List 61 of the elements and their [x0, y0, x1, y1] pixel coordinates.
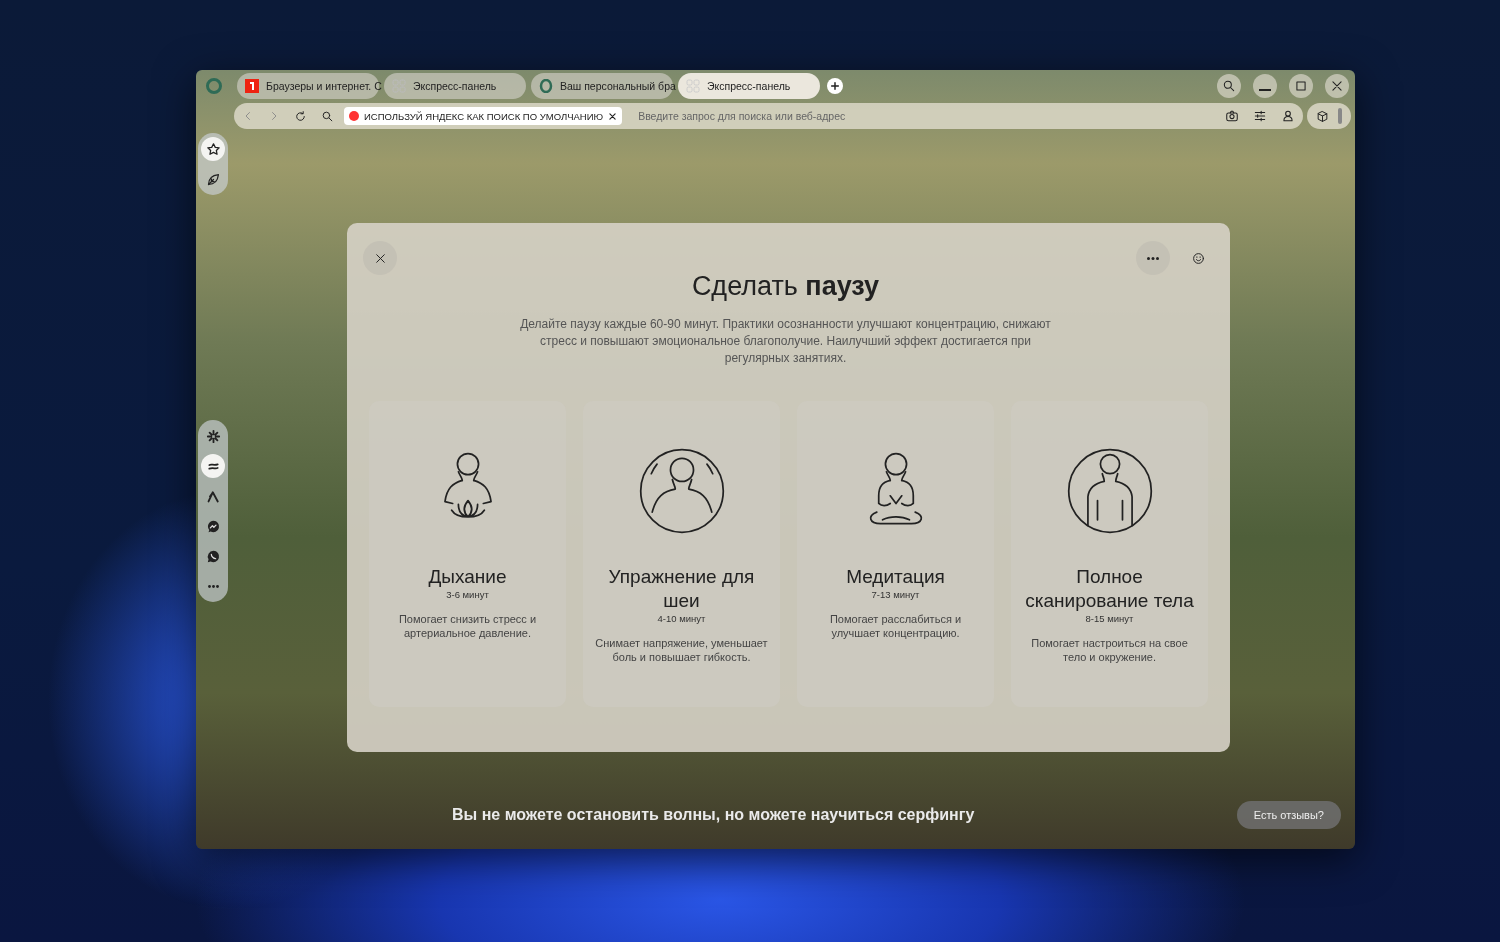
- card-description: Помогает снизить стресс и артериальное давление.: [397, 612, 538, 640]
- close-icon: [373, 251, 387, 265]
- new-tab-button[interactable]: [827, 78, 843, 94]
- dot-icon: [349, 111, 359, 121]
- close-button[interactable]: [1325, 74, 1349, 98]
- more-icon: [207, 584, 219, 588]
- exercise-card[interactable]: Полное сканирование тела 8-15 минут Помогает настроиться на свое тело и окружение.: [1011, 401, 1208, 707]
- plus-icon: [830, 81, 840, 91]
- browser-tab[interactable]: Экспресс-панель: [678, 73, 820, 99]
- user-icon: [1281, 109, 1295, 123]
- scrollbar-icon: [1338, 108, 1343, 124]
- search-button[interactable]: [1217, 74, 1241, 98]
- minimize-icon: [1259, 89, 1271, 91]
- search-button[interactable]: [321, 109, 334, 123]
- reload-icon: [294, 109, 307, 123]
- cube-icon: [1315, 109, 1329, 123]
- ring-icon: [539, 79, 553, 93]
- camera-icon: [1225, 109, 1239, 123]
- exercise-card[interactable]: Упражнение для шеи 4-10 минут Снимает напряжение, уменьшает боль и повышает гибкость.: [583, 401, 780, 707]
- card-title: Медитация: [846, 565, 945, 589]
- card-description: Снимает напряжение, уменьшает боль и повышает гибкость.: [595, 636, 768, 664]
- address-input[interactable]: Введите запрос для поиска или веб-адрес: [636, 109, 1211, 123]
- close-icon: [1330, 79, 1344, 93]
- card-duration: 4-10 минут: [657, 613, 706, 624]
- dialog-description: Делайте паузу каждые 60-90 минут. Практики осознанности улучшают концентрацию, снижают стресс и повышают эмоциональное благополучие. Наилучший эффект достигается при регулярных занятиях.: [519, 316, 1052, 367]
- exercise-card[interactable]: Дыхание 3-6 минут Помогает снизить стресс и артериальное давление.: [369, 401, 566, 707]
- card-duration: 3-6 минут: [446, 589, 489, 600]
- card-duration: 8-15 минут: [1085, 613, 1134, 624]
- sidebar-button[interactable]: [201, 137, 225, 161]
- more-button[interactable]: [1136, 241, 1170, 275]
- maximize-icon: [1294, 79, 1308, 93]
- more-icon: [1147, 256, 1159, 260]
- smiley-icon: [1191, 251, 1205, 265]
- exercise-card[interactable]: Медитация 7-13 минут Помогает расслабиться и улучшает концентрацию.: [797, 401, 994, 707]
- minimize-button[interactable]: [1253, 74, 1277, 98]
- card-description: Помогает настроиться на свое тело и окружение.: [1030, 636, 1189, 664]
- search-icon: [321, 109, 334, 123]
- number-one-icon: [245, 79, 259, 93]
- star-icon: [204, 140, 222, 158]
- browser-tab[interactable]: Экспресс-панель: [384, 73, 526, 99]
- dialog-title: Сделать паузу: [691, 271, 880, 302]
- card-duration: 7-13 минут: [871, 589, 920, 600]
- sparkle-icon: [204, 427, 222, 445]
- card-title: Полное сканирование тела: [1024, 565, 1195, 613]
- quote-text: Вы не можете остановить волны, но можете научиться серфингу: [452, 806, 975, 824]
- address-bar[interactable]: ИСПОЛЬЗУЙ ЯНДЕКС КАК ПОИСК ПО УМОЛЧАНИЮ Введите запрос для поиска или веб-адрес: [234, 103, 1303, 129]
- sliders-icon: [1253, 109, 1267, 123]
- feedback-button[interactable]: Есть отзывы?: [1236, 801, 1341, 829]
- card-title: Упражнение для шеи: [607, 565, 756, 613]
- search-promo-chip[interactable]: ИСПОЛЬЗУЙ ЯНДЕКС КАК ПОИСК ПО УМОЛЧАНИЮ: [344, 107, 623, 125]
- browser-logo-icon: [206, 78, 222, 94]
- reload-button[interactable]: [294, 109, 307, 123]
- card-title: Дыхание: [428, 565, 507, 589]
- card-description: Помогает расслабиться и улучшает концентрацию.: [828, 612, 963, 640]
- close-icon: [608, 111, 618, 121]
- promo-text: ИСПОЛЬЗУЙ ЯНДЕКС КАК ПОИСК ПО УМОЛЧАНИЮ: [364, 110, 604, 122]
- extensions-panel[interactable]: [1307, 103, 1351, 129]
- search-icon: [1222, 79, 1236, 93]
- grid-icon: [686, 79, 700, 93]
- sidebar-button[interactable]: [201, 454, 225, 478]
- maximize-button[interactable]: [1289, 74, 1313, 98]
